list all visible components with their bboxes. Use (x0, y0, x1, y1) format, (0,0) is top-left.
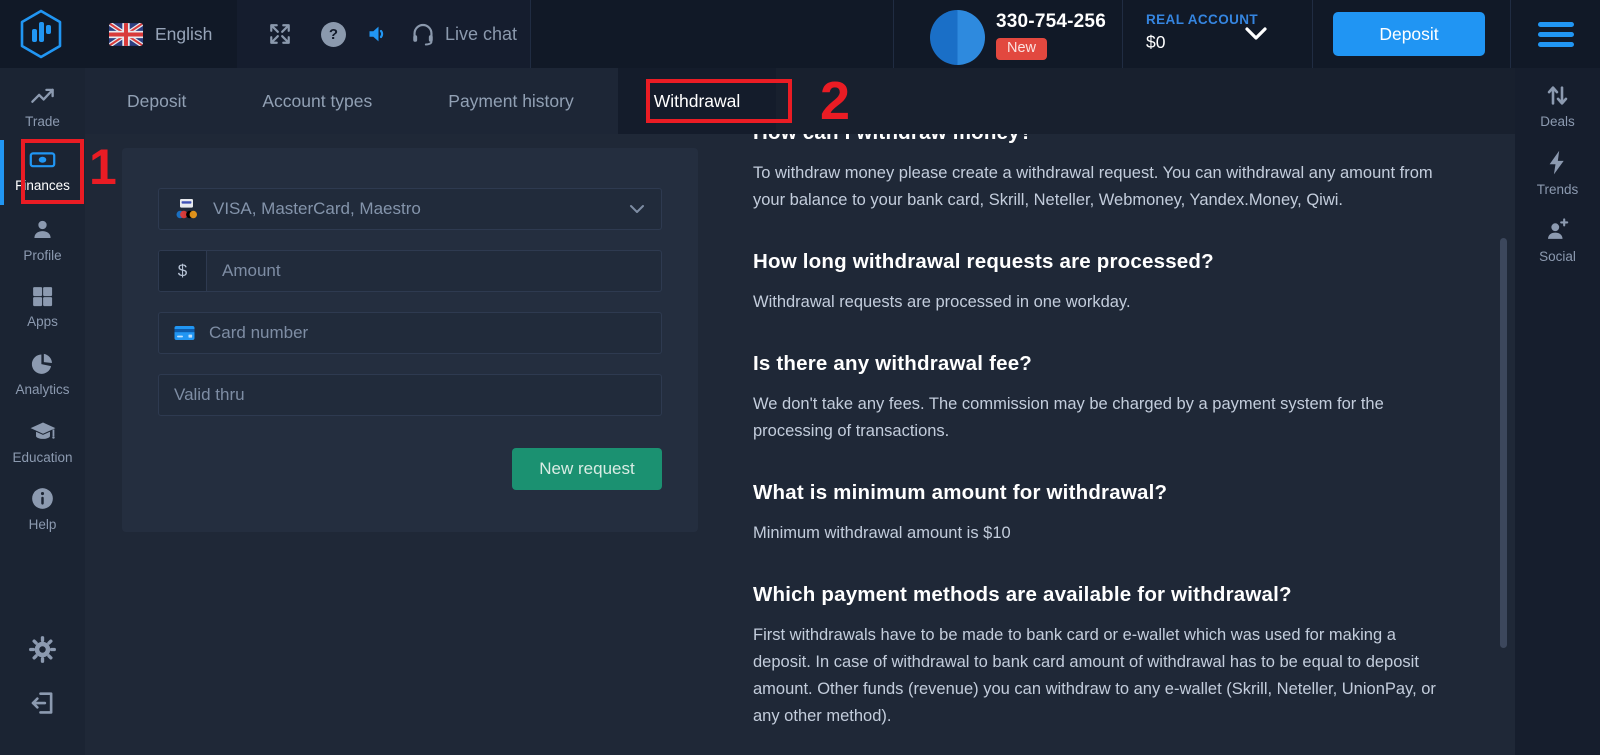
sidebar-item-label: Profile (0, 248, 85, 263)
account-id: 330-754-256 (996, 11, 1106, 33)
faq-question: How can I withdraw money? (753, 134, 1437, 145)
divider (893, 0, 894, 68)
sidebar-item-social[interactable]: Social (1515, 216, 1600, 264)
payment-method-value: VISA, MasterCard, Maestro (213, 199, 629, 219)
sidebar-item-label: Analytics (0, 382, 85, 397)
fullscreen-icon[interactable] (268, 0, 292, 68)
deposit-button[interactable]: Deposit (1333, 12, 1485, 56)
valid-thru-input[interactable] (159, 385, 661, 405)
language-selector[interactable]: English (109, 0, 212, 68)
banknote-icon (0, 146, 85, 173)
trend-up-icon (0, 82, 85, 109)
sidebar-item-trends[interactable]: Trends (1515, 148, 1600, 197)
faq-question: Which payment methods are available for … (753, 583, 1437, 607)
divider (1510, 0, 1511, 68)
faq-section: What is minimum amount for withdrawal? M… (753, 481, 1437, 547)
withdrawal-faq: How can I withdraw money? To withdraw mo… (753, 134, 1437, 730)
faq-question: Is there any withdrawal fee? (753, 352, 1437, 376)
language-label: English (155, 24, 212, 45)
dollar-prefix: $ (159, 251, 207, 291)
pie-chart-icon (0, 350, 85, 377)
lightning-icon (1515, 148, 1600, 177)
divider (1312, 0, 1313, 68)
header: English ? Live chat 330-754-256 (0, 0, 1600, 68)
sidebar-item-label: Finances (0, 178, 85, 193)
faq-answer: Minimum withdrawal amount is $10 (753, 520, 1437, 547)
tab-deposit[interactable]: Deposit (127, 68, 186, 134)
tab-account-types[interactable]: Account types (262, 68, 372, 134)
sidebar-item-trade[interactable]: Trade (0, 82, 85, 129)
valid-thru-field (158, 374, 662, 416)
left-sidebar: Trade Finances Profile Apps (0, 68, 85, 755)
faq-answer: To withdraw money please create a withdr… (753, 160, 1437, 214)
card-number-field (158, 312, 662, 354)
headset-icon (410, 21, 436, 47)
person-icon (0, 216, 85, 243)
uk-flag-icon (109, 23, 143, 46)
tab-withdrawal[interactable]: Withdrawal (618, 68, 777, 134)
new-request-button[interactable]: New request (512, 448, 662, 490)
account-type-selector[interactable]: REAL ACCOUNT $0 (1146, 12, 1258, 53)
bank-cards-icon (173, 197, 200, 222)
sidebar-item-finances[interactable]: Finances (0, 146, 85, 193)
withdrawal-form-panel: VISA, MasterCard, Maestro $ (122, 148, 698, 532)
divider (530, 0, 531, 68)
amount-input[interactable] (207, 261, 661, 281)
faq-section: How can I withdraw money? To withdraw mo… (753, 134, 1437, 214)
logout-icon (0, 688, 85, 718)
right-sidebar: Deals Trends Social (1515, 68, 1600, 755)
arrows-up-down-icon (1515, 82, 1600, 109)
sidebar-item-deals[interactable]: Deals (1515, 82, 1600, 129)
grid-icon (0, 284, 85, 309)
payment-method-select[interactable]: VISA, MasterCard, Maestro (158, 188, 662, 230)
sidebar-item-analytics[interactable]: Analytics (0, 350, 85, 397)
credit-card-icon (172, 321, 197, 345)
sidebar-item-label: Trends (1515, 182, 1600, 197)
sidebar-item-apps[interactable]: Apps (0, 284, 85, 329)
faq-answer: First withdrawals have to be made to ban… (753, 622, 1437, 730)
withdrawal-content: VISA, MasterCard, Maestro $ (85, 134, 1515, 755)
faq-answer: We don't take any fees. The commission m… (753, 391, 1437, 445)
account-balance: $0 (1146, 32, 1258, 53)
faq-question: How long withdrawal requests are process… (753, 250, 1437, 274)
logout-button[interactable] (0, 688, 85, 718)
live-chat-button[interactable]: Live chat (410, 0, 517, 68)
help-icon[interactable]: ? (321, 0, 346, 68)
sidebar-item-label: Social (1515, 249, 1600, 264)
settings-button[interactable] (0, 634, 85, 665)
sidebar-item-profile[interactable]: Profile (0, 216, 85, 263)
sidebar-item-label: Apps (0, 314, 85, 329)
gear-icon (0, 634, 85, 665)
faq-question: What is minimum amount for withdrawal? (753, 481, 1437, 505)
graduation-cap-icon (0, 418, 85, 445)
account-type-label: REAL ACCOUNT (1146, 12, 1258, 27)
finances-tabbar: Deposit Account types Payment history Wi… (85, 68, 1515, 134)
sidebar-item-education[interactable]: Education (0, 418, 85, 465)
chevron-down-icon[interactable] (1243, 26, 1269, 42)
sidebar-item-label: Trade (0, 114, 85, 129)
avatar[interactable] (930, 10, 985, 65)
tabbar-spacer (776, 68, 1515, 134)
divider (1122, 0, 1123, 68)
menu-icon[interactable] (1538, 22, 1574, 52)
sidebar-item-label: Education (0, 450, 85, 465)
card-number-input[interactable] (209, 323, 661, 343)
faq-section: Which payment methods are available for … (753, 583, 1437, 730)
info-icon (0, 485, 85, 512)
tab-payment-history[interactable]: Payment history (448, 68, 573, 134)
live-chat-label: Live chat (445, 24, 517, 45)
app-logo-icon[interactable] (17, 9, 65, 59)
sidebar-item-label: Deals (1515, 114, 1600, 129)
sidebar-item-label: Help (0, 517, 85, 532)
scrollbar-thumb[interactable] (1500, 238, 1507, 648)
faq-section: Is there any withdrawal fee? We don't ta… (753, 352, 1437, 445)
faq-section: How long withdrawal requests are process… (753, 250, 1437, 316)
sound-icon[interactable] (366, 0, 391, 68)
new-badge: New (996, 38, 1047, 60)
chevron-down-icon (629, 204, 645, 214)
person-plus-icon (1515, 216, 1600, 244)
faq-answer: Withdrawal requests are processed in one… (753, 289, 1437, 316)
amount-field: $ (158, 250, 662, 292)
sidebar-item-help[interactable]: Help (0, 485, 85, 532)
